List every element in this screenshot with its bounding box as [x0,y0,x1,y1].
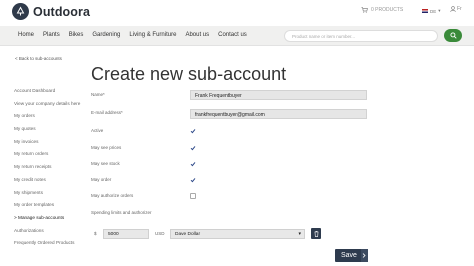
nav-item-contact-us[interactable]: Contact us [218,32,247,38]
sidebar-item-dashboard[interactable]: Account Dashboard [14,88,94,101]
nav-item-living-furniture[interactable]: Living & Furniture [129,32,176,38]
search-input[interactable]: Product name or item number... [284,30,438,42]
search-icon [449,32,457,39]
limits-label: Spending limits and authorizer [91,210,152,215]
header: Outdoora 0 PRODUCTS DE ▾ Fr [0,0,474,26]
page-title: Create new sub-account [91,64,287,84]
language-label: DE [430,8,437,14]
nav-item-about-us[interactable]: About us [185,32,209,38]
checkmark-icon [190,129,196,134]
language-selector[interactable]: DE ▾ [422,8,441,14]
save-button[interactable]: Save [335,249,368,262]
order-checkbox[interactable] [190,177,196,183]
see-stock-checkbox[interactable] [190,161,196,167]
sidebar-item-manage-sub-accounts[interactable]: > Manage sub-accounts [14,215,94,228]
see-stock-label: May see stock [91,161,120,166]
delete-limit-button[interactable] [311,228,321,239]
logo-icon [12,3,29,20]
order-label: May order [91,177,112,182]
authorize-label: May authorize orders [91,193,134,198]
search-button[interactable] [444,29,462,42]
back-to-sub-accounts-link[interactable]: < Back to sub-accounts [15,56,62,61]
spending-limit-input[interactable]: 5000 [103,229,149,239]
authorize-checkbox[interactable] [190,193,196,199]
trash-icon [314,230,318,237]
sidebar-item-shipments[interactable]: My shipments [14,190,94,203]
sidebar-item-frequently-ordered[interactable]: Frequently Ordered Products [14,240,94,253]
sidebar-item-invoices[interactable]: My invoices [14,139,94,152]
currency-symbol: $ [94,231,97,236]
chevron-down-icon: ▾ [438,8,441,13]
nav-item-bikes[interactable]: Bikes [69,32,84,38]
chevron-down-icon: ▾ [298,231,301,237]
save-label: Save [341,252,357,259]
flag-icon [422,9,428,13]
checkmark-icon [190,162,196,167]
name-field[interactable]: Frank Frequentbuyer [190,90,367,100]
user-label: Fr [457,6,462,12]
active-label: Active [91,128,104,133]
email-label: E-mail address* [91,110,123,115]
currency-code: USD [155,231,165,236]
sidebar-item-quotes[interactable]: My quotes [14,126,94,139]
see-prices-checkbox[interactable] [190,145,196,151]
see-prices-label: May see prices [91,145,122,150]
user-menu[interactable]: Fr [450,6,462,12]
logo[interactable]: Outdoora [12,3,90,20]
user-icon [450,6,456,12]
nav-item-home[interactable]: Home [18,32,34,38]
cart-icon [361,7,368,13]
account-sidebar: Account Dashboard View your company deta… [14,88,94,253]
sidebar-item-authorizations[interactable]: Authorizations [14,228,94,241]
main-nav: Home Plants Bikes Gardening Living & Fur… [0,26,474,46]
authorizer-select[interactable]: Dave Dollar ▾ [170,229,305,239]
authorizer-value: Dave Dollar [175,232,201,237]
sidebar-item-orders[interactable]: My orders [14,113,94,126]
sidebar-item-credit-notes[interactable]: My credit notes [14,177,94,190]
nav-item-plants[interactable]: Plants [43,32,60,38]
sidebar-item-order-templates[interactable]: My order templates [14,202,94,215]
email-field[interactable]: frankfrequentbuyer@gmail.com [190,109,367,119]
checkmark-icon [190,178,196,183]
name-label: Name* [91,92,105,97]
chevron-right-icon [360,249,368,262]
active-checkbox[interactable] [190,128,196,134]
sidebar-item-return-receipts[interactable]: My return receipts [14,164,94,177]
cart-button[interactable]: 0 PRODUCTS [361,7,403,13]
cart-label: 0 PRODUCTS [371,7,404,13]
checkmark-icon [190,146,196,151]
sidebar-item-company-details[interactable]: View your company details here [14,101,94,114]
logo-text: Outdoora [33,4,91,19]
sidebar-item-return-orders[interactable]: My return orders [14,151,94,164]
nav-item-gardening[interactable]: Gardening [92,32,120,38]
